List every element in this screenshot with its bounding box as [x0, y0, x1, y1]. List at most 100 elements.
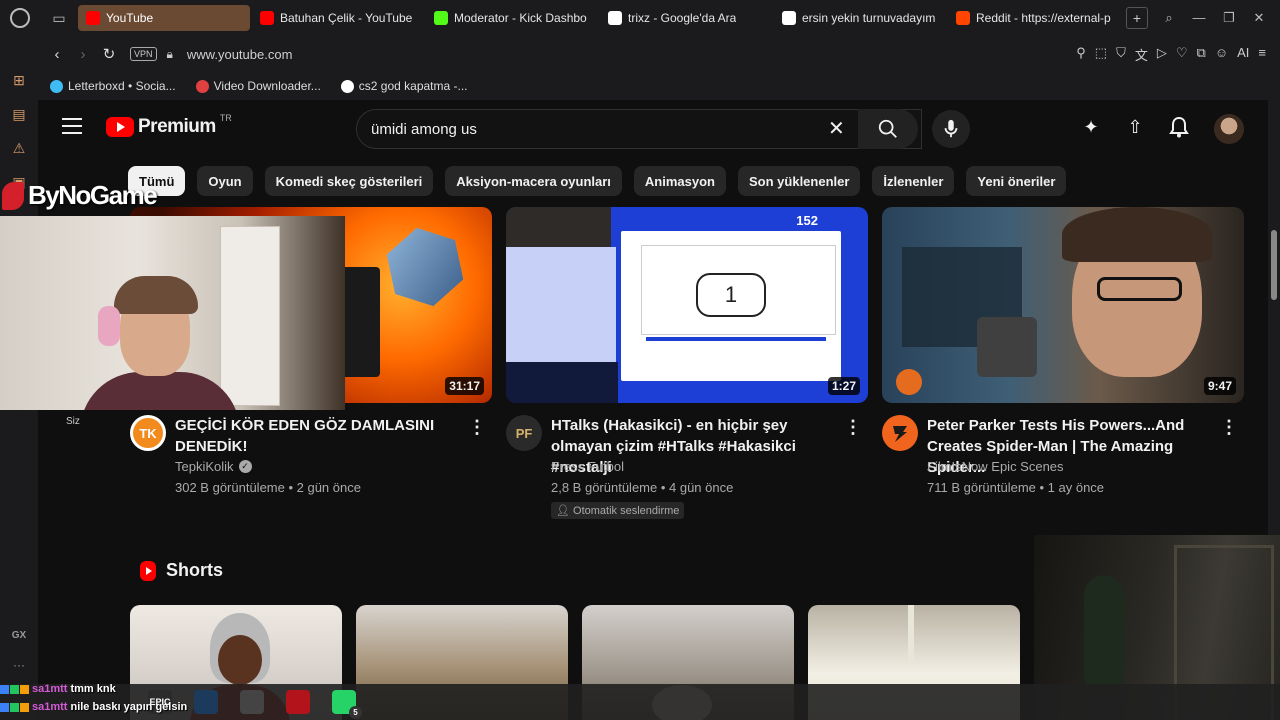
url-field[interactable]: www.youtube.com — [187, 47, 293, 62]
bookmark-label: Letterboxd • Socia... — [68, 79, 176, 93]
scrollbar-thumb[interactable] — [1271, 230, 1277, 300]
lock-icon[interactable]: 🔒︎ — [167, 47, 173, 62]
new-tab-button[interactable]: + — [1126, 7, 1148, 29]
video-stats: 2,8 B görüntüleme • 4 gün önce — [551, 480, 734, 495]
player-icon[interactable]: ▷ — [1157, 45, 1167, 64]
sidebar-hot-tabs-icon[interactable]: ⚠ — [9, 138, 29, 158]
browser-tab[interactable]: ersin yekin turnuvadayım — [774, 5, 946, 31]
heart-icon[interactable]: ♡ — [1176, 45, 1188, 64]
filter-chip[interactable]: Komedi skeç gösterileri — [264, 166, 434, 196]
clear-search-icon[interactable]: ✕ — [828, 116, 845, 141]
bynogame-mark-icon — [2, 181, 24, 210]
channel-avatar[interactable]: PF — [506, 415, 542, 451]
address-bar-row: ‹ › ↻ VPN 🔒︎ www.youtube.com ⚲ ⬚ ⛉ 文 ▷ ♡… — [38, 36, 1280, 72]
filter-chip[interactable]: Son yüklenenler — [738, 166, 861, 196]
workspaces-icon[interactable]: ▭ — [40, 0, 78, 36]
bynogame-text: ByNoGame — [28, 180, 158, 210]
back-icon[interactable]: ‹ — [44, 41, 70, 67]
notifications-bell-icon[interactable] — [1166, 114, 1192, 140]
channel-name[interactable]: TepkiKolik — [175, 459, 234, 474]
close-window-icon[interactable]: ✕ — [1246, 10, 1272, 26]
hamburger-menu-icon[interactable] — [62, 118, 82, 134]
account-avatar[interactable] — [1214, 114, 1244, 144]
tab-list: YouTube Batuhan Çelik - YouTube Moderator … — [78, 5, 1122, 31]
chat-username[interactable]: sa1mtt — [32, 683, 67, 695]
translate-icon[interactable]: 文 — [1135, 45, 1148, 64]
sidebar-gx-control-icon[interactable]: ⊞ — [9, 70, 29, 90]
dubbing-icon: 👤︎ — [556, 505, 574, 517]
video-thumbnail[interactable]: 1 152 1:27 — [506, 207, 868, 403]
browser-tab[interactable]: Batuhan Çelik - YouTube — [252, 5, 424, 31]
ai-icon[interactable]: AI — [1237, 45, 1249, 64]
menu-icon[interactable]: ≡ — [1258, 45, 1266, 64]
vpn-badge[interactable]: VPN — [130, 47, 157, 61]
logo-country: TR — [219, 113, 232, 123]
voice-search-button[interactable] — [932, 110, 970, 148]
browser-tab[interactable]: YouTube — [78, 5, 250, 31]
bookmarks-bar: Letterboxd • Socia... Video Downloader...… — [38, 72, 1280, 100]
video-thumbnail[interactable]: 9:47 — [882, 207, 1244, 403]
bookmark-label: cs2 god kapatma -... — [358, 79, 468, 93]
search-tabs-icon[interactable]: ⌕ — [1156, 10, 1182, 26]
extension-puzzle-icon[interactable]: ✦ — [1078, 114, 1104, 140]
video-card[interactable]: 9:47 Peter Parker Tests His Powers...And… — [882, 207, 1244, 515]
video-meta: Peter Parker Tests His Powers...And Crea… — [882, 415, 1244, 515]
screen: ▭ YouTube Batuhan Çelik - YouTube Moderato… — [0, 0, 1280, 720]
bookmark-item[interactable]: cs2 god kapatma -... — [340, 79, 468, 93]
search-button[interactable] — [858, 109, 918, 149]
opera-gx-icon[interactable] — [286, 690, 310, 714]
reload-icon[interactable]: ↻ — [96, 41, 122, 67]
video-card[interactable]: 1 152 1:27 PF HTalks (Hakasikci) - en hi… — [506, 207, 868, 519]
downloader-icon — [195, 79, 209, 93]
video-duration: 9:47 — [1203, 377, 1236, 395]
sidebar-more-icon[interactable]: ··· — [13, 658, 25, 672]
more-actions-icon[interactable]: ⋮ — [1220, 417, 1238, 438]
pin-icon[interactable]: ⚲ — [1076, 45, 1086, 64]
youtube-logo[interactable]: Premium TR — [106, 113, 232, 138]
kick-icon — [434, 11, 448, 25]
video-duration: 1:27 — [827, 377, 860, 395]
more-actions-icon[interactable]: ⋮ — [468, 417, 486, 438]
upload-icon[interactable]: ⇧ — [1122, 114, 1148, 140]
browser-tab[interactable]: trixz - Google'da Ara — [600, 5, 772, 31]
filter-chip[interactable]: Aksiyon-macera oyunları — [445, 166, 622, 196]
filter-chip[interactable]: Animasyon — [633, 166, 726, 196]
filter-chip[interactable]: Yeni öneriler — [966, 166, 1067, 196]
sidebar-gx-label[interactable]: GX — [12, 630, 26, 641]
browser-tab[interactable]: Reddit - https://external-p — [948, 5, 1120, 31]
channel-avatar[interactable]: TK — [130, 415, 166, 451]
maximize-icon[interactable]: ❐ — [1216, 10, 1242, 26]
snapshot-icon[interactable]: ⬚ — [1095, 45, 1107, 64]
filter-chips: Tümü Oyun Komedi skeç gösterileri Aksiyon-m… — [128, 166, 1067, 196]
filter-chip[interactable]: İzlenenler — [872, 166, 955, 196]
channel-name[interactable]: Press Futbol — [551, 459, 624, 474]
bookmark-label: Video Downloader... — [213, 79, 321, 93]
bookmark-item[interactable]: Video Downloader... — [195, 79, 321, 93]
video-duration: 31:17 — [445, 377, 484, 395]
whatsapp-icon[interactable]: 5 — [332, 690, 362, 719]
channel-avatar[interactable] — [882, 415, 918, 451]
minimize-icon[interactable]: — — [1186, 10, 1212, 26]
channel-name-row: FilmIsNow Epic Scenes — [927, 459, 1064, 474]
forward-icon[interactable]: › — [70, 41, 96, 67]
notification-count-badge: 5 — [349, 706, 362, 719]
more-actions-icon[interactable]: ⋮ — [844, 417, 862, 438]
shield-icon[interactable]: ⛉ — [1116, 45, 1126, 64]
google-icon — [782, 11, 796, 25]
speedtest-icon[interactable] — [240, 690, 264, 714]
opera-gx-logo-icon[interactable] — [0, 0, 40, 36]
browser-tab[interactable]: Moderator - Kick Dashbo — [426, 5, 598, 31]
sidebar-cleaner-icon[interactable]: ▤ — [9, 104, 29, 124]
extensions-icon[interactable]: ⧉ — [1197, 45, 1206, 64]
profile-icon[interactable]: ☺ — [1215, 45, 1228, 64]
reddit-icon — [956, 11, 970, 25]
shorts-section-title: Shorts — [140, 560, 223, 581]
bookmark-item[interactable]: Letterboxd • Socia... — [50, 79, 176, 93]
video-title[interactable]: GEÇİCİ KÖR EDEN GÖZ DAMLASINI DENEDİK! — [175, 415, 465, 457]
verified-icon: ✓ — [238, 460, 252, 473]
tab-label: Moderator - Kick Dashbo — [454, 11, 587, 25]
filter-chip[interactable]: Oyun — [197, 166, 253, 196]
auto-dubbed-label: Otomatik seslendirme — [573, 505, 680, 517]
channel-name[interactable]: FilmIsNow Epic Scenes — [927, 459, 1064, 474]
chat-username[interactable]: sa1mtt — [32, 701, 67, 713]
